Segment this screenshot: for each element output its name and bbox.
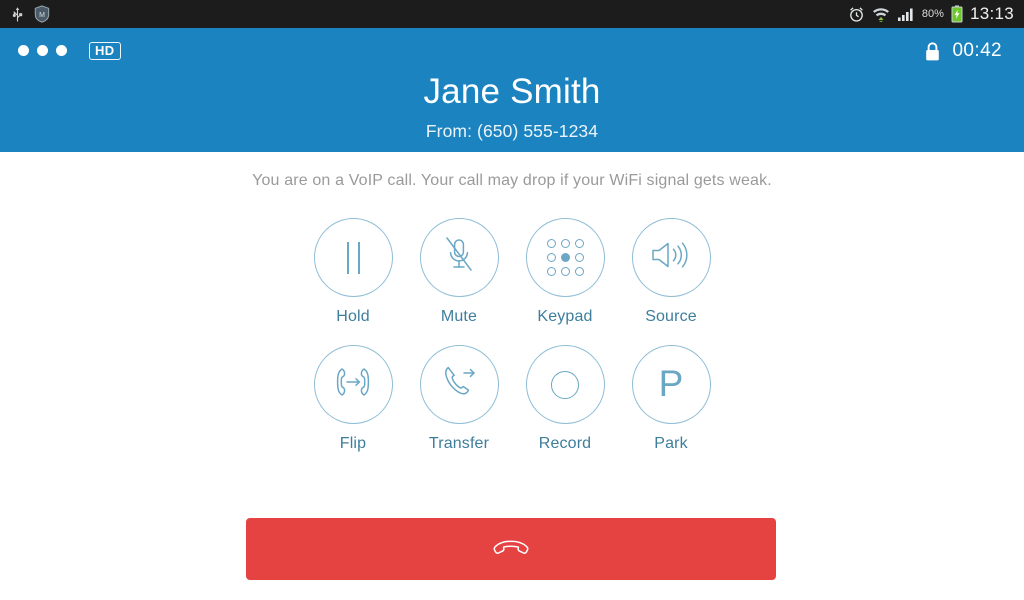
- action-label: Hold: [336, 308, 370, 325]
- call-header: HD 00:42 Jane Smith From: (650) 555-1234: [0, 28, 1024, 152]
- action-label: Record: [538, 435, 592, 452]
- record-icon: [551, 370, 579, 399]
- action-button-transfer[interactable]: Transfer: [406, 345, 512, 453]
- speaker-icon: [649, 237, 693, 278]
- action-button-source[interactable]: Source: [618, 218, 724, 326]
- svg-text:M: M: [39, 12, 45, 19]
- action-button-hold[interactable]: Hold: [300, 218, 406, 326]
- action-label: Keypad: [537, 308, 593, 325]
- keypad-icon: [546, 239, 584, 276]
- hold-button-circle[interactable]: [313, 218, 393, 297]
- action-button-park[interactable]: P Park: [618, 345, 724, 453]
- action-button-mute[interactable]: Mute: [406, 218, 512, 326]
- source-button-circle[interactable]: [631, 218, 711, 297]
- android-status-bar: M 80% 13:13: [0, 0, 1024, 28]
- hd-badge: HD: [89, 41, 121, 61]
- alarm-clock-icon: [848, 6, 865, 23]
- action-button-record[interactable]: Record: [512, 345, 618, 453]
- park-icon: P: [658, 363, 684, 404]
- transfer-call-icon: [437, 362, 481, 407]
- action-button-flip[interactable]: Flip: [300, 345, 406, 453]
- dot: [18, 45, 29, 57]
- hangup-button[interactable]: [246, 518, 776, 580]
- call-duration-label: 00:42: [952, 40, 1002, 61]
- call-actions-row-2: Flip Transfer Record P Park: [0, 345, 1024, 453]
- transfer-button-circle[interactable]: [419, 345, 499, 424]
- clock-label: 13:13: [969, 4, 1014, 23]
- caller-name: Jane Smith: [423, 72, 601, 111]
- caller-number: From: (650) 555-1234: [425, 121, 599, 141]
- record-button-circle[interactable]: [525, 345, 605, 424]
- voip-call-screen: M 80% 13:13 HD 00:42 Jane Smith From: (6…: [0, 0, 1024, 600]
- keypad-button-circle[interactable]: [525, 218, 605, 297]
- mute-button-circle[interactable]: [419, 218, 499, 297]
- action-label: Flip: [339, 435, 367, 452]
- call-header-toolbar: HD 00:42: [0, 28, 1024, 74]
- battery-percent-label: 80%: [921, 8, 944, 20]
- call-actions-row-1: Hold Mute Keypad Source: [0, 218, 1024, 326]
- action-label: Source: [645, 308, 697, 325]
- action-label: Mute: [440, 308, 478, 325]
- wifi-icon: [872, 6, 890, 22]
- pause-icon: [346, 241, 360, 274]
- action-label: Park: [654, 435, 688, 452]
- dot: [37, 45, 48, 57]
- status-bar-left-icons: M: [0, 5, 50, 23]
- park-button-circle[interactable]: P: [631, 345, 711, 424]
- action-label: Transfer: [428, 435, 490, 452]
- call-header-right: 00:42: [924, 40, 1024, 62]
- call-actions-grid: Hold Mute Keypad Source Flip Transfer Re…: [0, 218, 1024, 453]
- signal-bars-icon: [897, 6, 915, 22]
- flip-call-icon: [330, 363, 376, 406]
- usb-icon: [10, 6, 25, 23]
- hangup-phone-icon: [487, 536, 535, 563]
- voip-notice-text: You are on a VoIP call. Your call may dr…: [252, 172, 772, 189]
- security-shield-icon: M: [34, 5, 50, 23]
- three-dots-icon[interactable]: HD: [0, 41, 121, 61]
- battery-charging-icon: [951, 5, 963, 23]
- status-bar-right-icons: 80% 13:13: [848, 4, 1024, 24]
- action-button-keypad[interactable]: Keypad: [512, 218, 618, 326]
- flip-button-circle[interactable]: [313, 345, 393, 424]
- lock-icon: [924, 41, 941, 62]
- microphone-muted-icon: [439, 234, 479, 281]
- dot: [56, 45, 67, 57]
